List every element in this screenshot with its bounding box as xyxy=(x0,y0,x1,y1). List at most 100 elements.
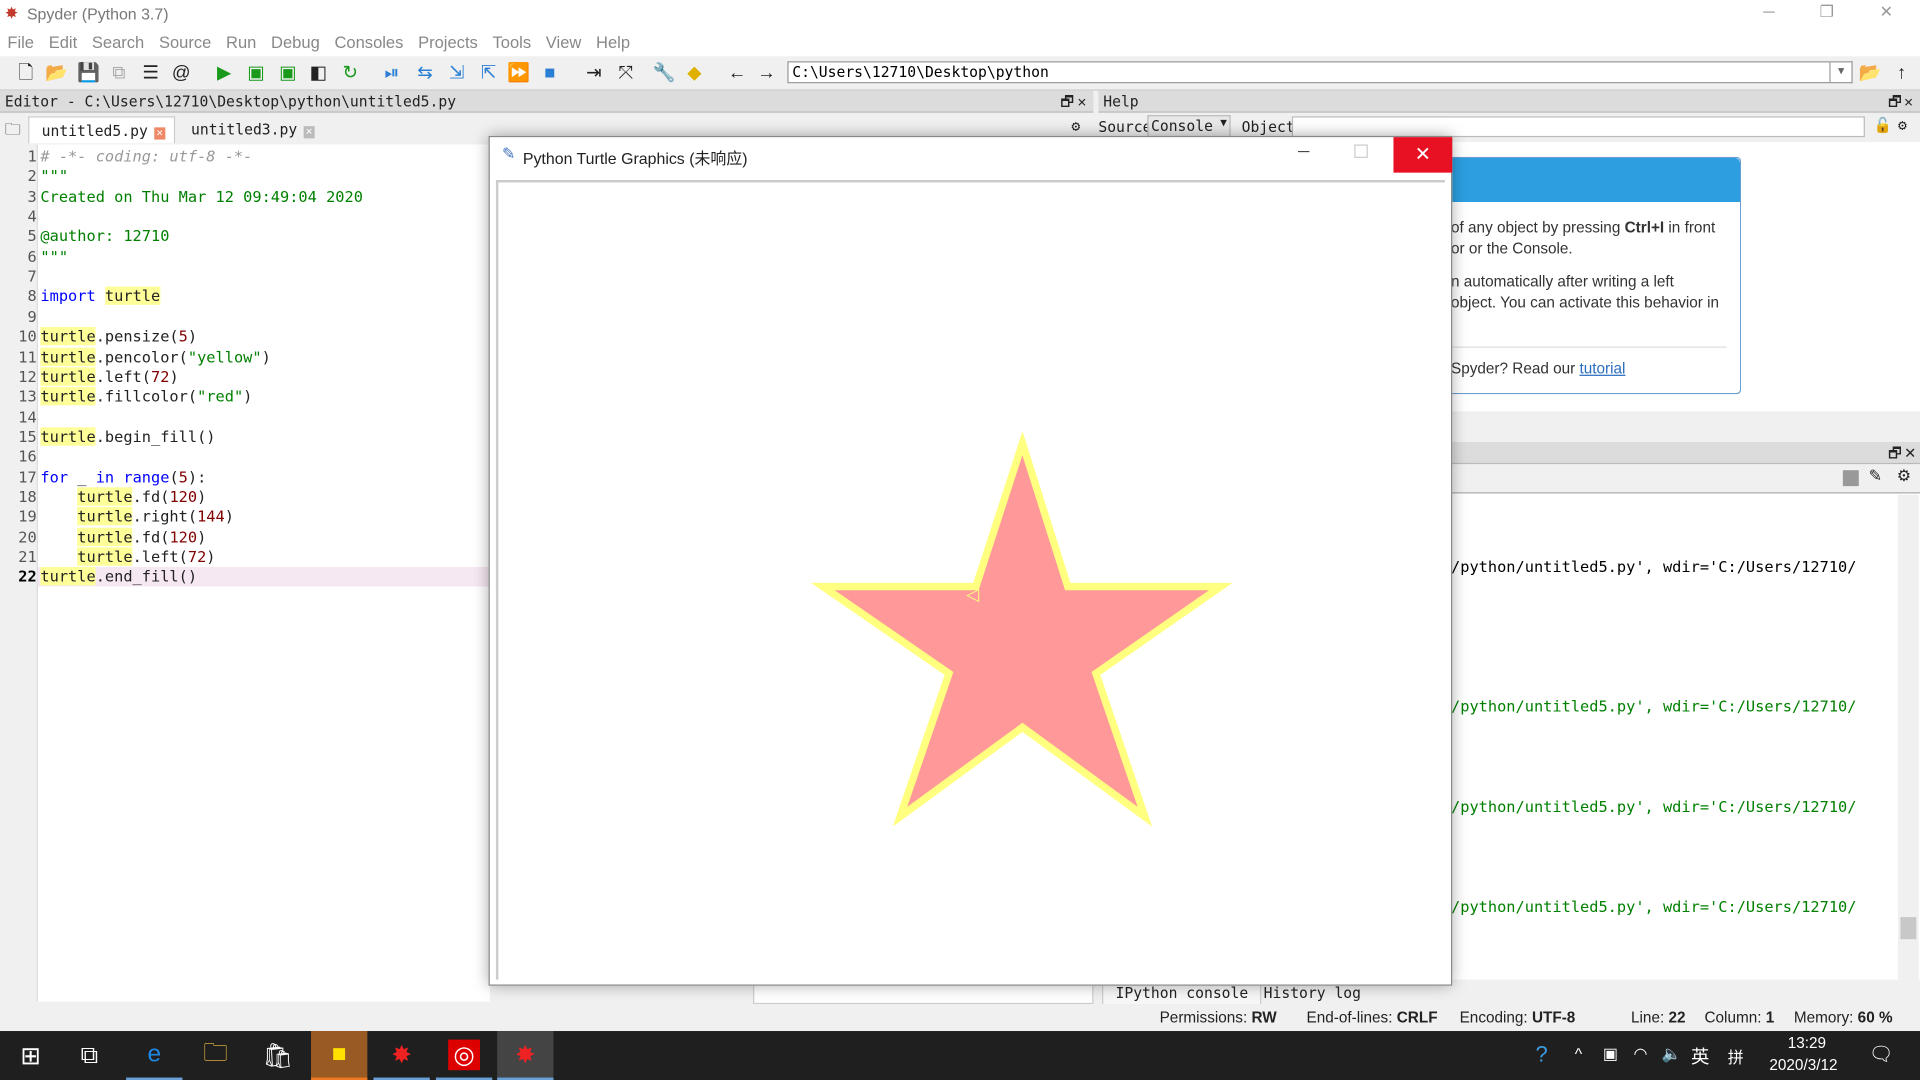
tab-label: untitled3.py xyxy=(191,121,298,139)
gear-icon[interactable]: ⚙ xyxy=(1897,467,1911,487)
notifications-icon[interactable]: 🗨 xyxy=(1869,1042,1894,1066)
console-scrollbar[interactable] xyxy=(1897,494,1919,980)
maximize-button[interactable]: ❐ xyxy=(1820,2,1834,22)
start-windows-icon[interactable]: ⊞ xyxy=(2,1031,58,1080)
lock-icon[interactable]: 🔓 xyxy=(1873,116,1891,133)
rerun-icon[interactable]: ↻ xyxy=(339,62,361,84)
menu-source[interactable]: Source xyxy=(152,29,219,51)
gear-icon[interactable]: ⚙ xyxy=(1898,116,1907,133)
edge-browser-icon[interactable]: e xyxy=(126,1031,183,1080)
menu-tools[interactable]: Tools xyxy=(485,29,538,51)
turtle-canvas[interactable]: ◁ xyxy=(495,180,1445,980)
ime-mode[interactable]: 拼 xyxy=(1728,1044,1744,1067)
wifi-icon[interactable]: ◠ xyxy=(1633,1044,1647,1064)
python-path-icon[interactable]: ◆ xyxy=(683,62,705,84)
browse-folder-icon[interactable]: 📂 xyxy=(1859,62,1882,84)
maximize-button[interactable] xyxy=(1354,144,1368,158)
spyder-icon[interactable]: ✸ xyxy=(373,1031,430,1080)
scroll-thumb[interactable] xyxy=(1900,917,1917,940)
object-input[interactable] xyxy=(1291,116,1865,138)
network-tray-icon[interactable]: ▣ xyxy=(1603,1044,1618,1064)
task-view-icon[interactable]: ⧉ xyxy=(61,1031,117,1080)
stop-icon[interactable]: ■ xyxy=(539,62,561,84)
close-tab-icon[interactable]: ✕ xyxy=(153,127,166,140)
parent-directory-icon[interactable]: ↑ xyxy=(1891,62,1913,84)
run-selection-icon[interactable]: ◧ xyxy=(307,62,329,84)
preferences-wrench-icon[interactable]: 🔧 xyxy=(653,62,676,84)
run-cell-icon[interactable]: ▣ xyxy=(245,62,267,84)
chevron-up-icon[interactable]: ^ xyxy=(1575,1044,1582,1062)
working-directory-input[interactable]: C:\Users\12710\Desktop\python xyxy=(787,61,1831,84)
save-icon[interactable]: 💾 xyxy=(77,62,100,84)
maximize-pane-icon[interactable]: ⇥ xyxy=(583,62,605,84)
sticky-notes-icon[interactable]: ■ xyxy=(311,1031,368,1080)
console-line: /python/untitled5.py', wdir='C:/Users/12… xyxy=(1451,897,1857,916)
step-icon[interactable]: ⇆ xyxy=(414,62,436,84)
netease-music-icon[interactable]: ◎ xyxy=(435,1031,493,1080)
menu-projects[interactable]: Projects xyxy=(411,29,485,51)
browse-tabs-icon[interactable]: 🗀 xyxy=(5,119,21,146)
line-number: 1 xyxy=(27,146,37,166)
outline-icon[interactable]: ☰ xyxy=(140,62,162,84)
step-into-icon[interactable]: ⇲ xyxy=(446,62,468,84)
stop-kernel-icon[interactable] xyxy=(1842,470,1859,487)
code-token: ) xyxy=(187,327,198,346)
store-icon[interactable]: 🛍 xyxy=(250,1031,306,1080)
run-icon[interactable]: ▶ xyxy=(213,62,235,84)
close-pane-icon[interactable]: ✕ xyxy=(1904,442,1916,464)
help-intro-card: of any object by pressing Ctrl+I in fron… xyxy=(1451,156,1742,395)
minimize-button[interactable]: ─ xyxy=(1763,2,1774,20)
menu-file[interactable]: File xyxy=(0,29,41,51)
chevron-down-icon[interactable]: ▾ xyxy=(1830,61,1853,84)
file-explorer-icon[interactable]: 🗀 xyxy=(187,1031,243,1080)
menu-debug[interactable]: Debug xyxy=(264,29,327,51)
step-return-icon[interactable]: ⇱ xyxy=(478,62,500,84)
ime-language[interactable]: 英 xyxy=(1691,1043,1709,1069)
menu-edit[interactable]: Edit xyxy=(41,29,84,51)
save-all-icon[interactable]: ⧉ xyxy=(108,62,130,84)
python-turtle-icon[interactable]: ✸ xyxy=(497,1031,554,1080)
menu-view[interactable]: View xyxy=(538,29,588,51)
tab-untitled3[interactable]: untitled3.py ✕ xyxy=(179,116,326,143)
source-label: Source xyxy=(1098,118,1152,136)
toolbar: 🗋 📂 💾 ⧉ ☰ @ ▶ ▣ ▣ ◧ ↻ ⏯ ⇆ ⇲ ⇱ ⏩ ■ ⇥ ⤧ 🔧 … xyxy=(0,56,1920,91)
close-pane-icon[interactable]: ✕ xyxy=(1904,91,1913,113)
tutorial-link[interactable]: tutorial xyxy=(1580,360,1626,377)
code-token: ) xyxy=(197,487,207,506)
run-cell-advance-icon[interactable]: ▣ xyxy=(277,62,299,84)
new-file-icon[interactable]: 🗋 xyxy=(15,62,37,84)
menu-help[interactable]: Help xyxy=(589,29,638,51)
menu-run[interactable]: Run xyxy=(219,29,264,51)
eol-label: End-of-lines: xyxy=(1306,1008,1393,1027)
eraser-icon[interactable]: ✎ xyxy=(1869,467,1882,487)
undock-icon[interactable]: 🗗 xyxy=(1888,91,1902,113)
at-icon[interactable]: @ xyxy=(170,62,192,84)
debug-icon[interactable]: ⏯ xyxy=(381,62,403,84)
forward-arrow-icon[interactable]: → xyxy=(757,62,777,84)
source-select[interactable]: Console ▼ xyxy=(1147,115,1231,138)
fullscreen-icon[interactable]: ⤧ xyxy=(615,62,637,84)
code-token: ) xyxy=(169,367,179,386)
undock-icon[interactable]: 🗗 xyxy=(1888,442,1902,464)
code-line: import turtle xyxy=(40,287,161,307)
line-number: 3 xyxy=(27,186,37,206)
close-tab-icon[interactable]: ✕ xyxy=(303,126,315,139)
continue-icon[interactable]: ⏩ xyxy=(507,62,530,84)
minimize-button[interactable]: ─ xyxy=(1298,142,1309,160)
close-pane-icon[interactable]: ✕ xyxy=(1078,91,1087,113)
close-button[interactable]: ✕ xyxy=(1880,2,1893,22)
menu-consoles[interactable]: Consoles xyxy=(327,29,411,51)
clock-date[interactable]: 2020/3/12 xyxy=(1769,1057,1837,1074)
volume-icon[interactable]: 🔈 xyxy=(1662,1044,1682,1064)
source-value: Console xyxy=(1151,117,1213,135)
close-button[interactable]: ✕ xyxy=(1393,137,1453,173)
help-tray-icon[interactable]: ? xyxy=(1536,1042,1548,1068)
back-arrow-icon[interactable]: ← xyxy=(727,62,747,84)
menu-search[interactable]: Search xyxy=(85,29,152,51)
clock-time[interactable]: 13:29 xyxy=(1788,1035,1826,1052)
undock-icon[interactable]: 🗗 xyxy=(1060,91,1074,113)
gear-icon[interactable]: ⚙ xyxy=(1071,118,1080,135)
open-file-icon[interactable]: 📂 xyxy=(45,62,68,84)
tab-untitled5[interactable]: untitled5.py ✕ xyxy=(28,116,176,144)
